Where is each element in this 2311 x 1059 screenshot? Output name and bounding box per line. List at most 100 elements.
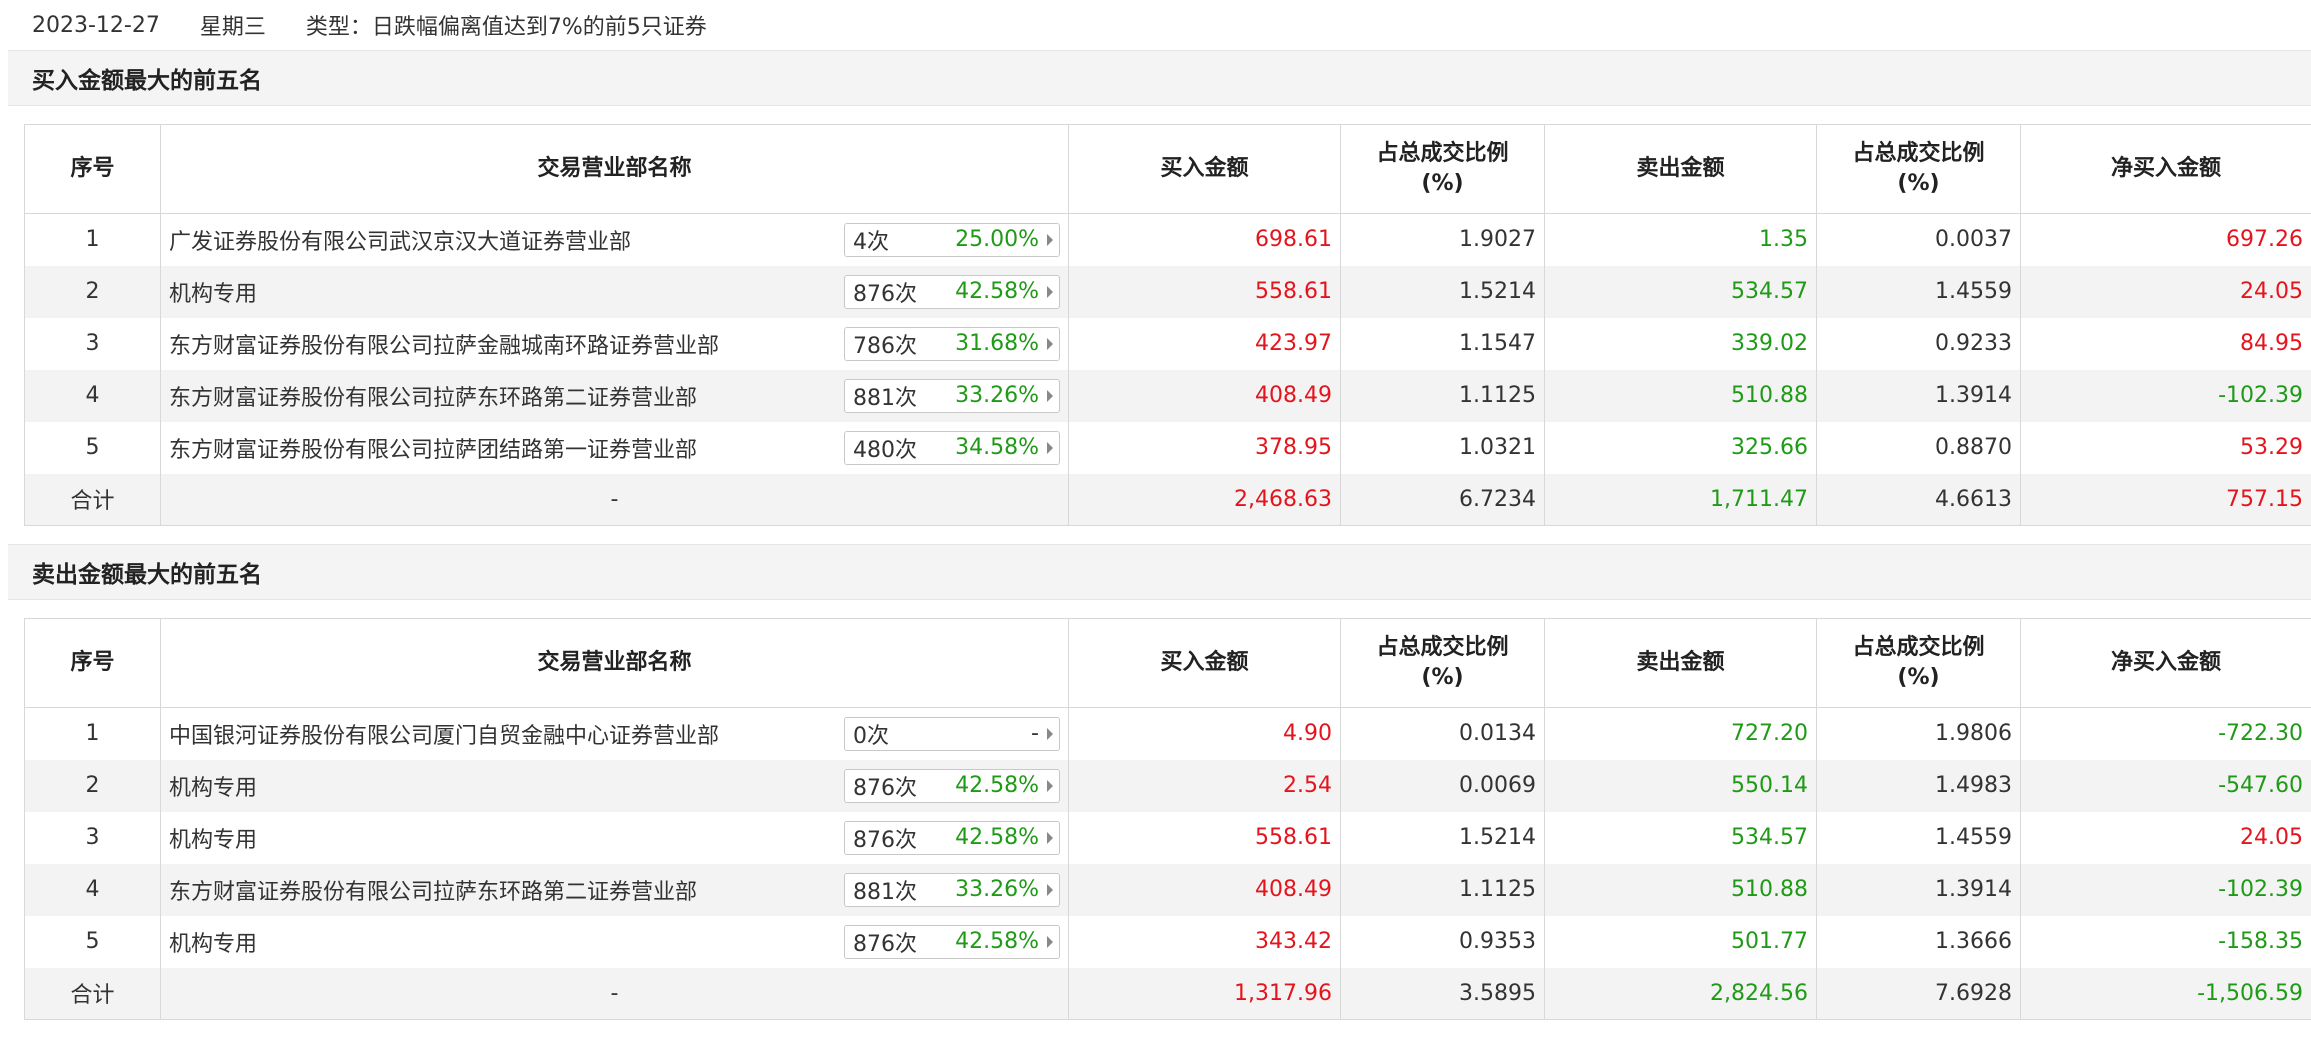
column-header[interactable]: 占总成交比例 (%) bbox=[1816, 618, 2021, 708]
win-rate: 34.58% bbox=[955, 435, 1039, 460]
net-amount: 697.26 bbox=[2020, 213, 2311, 266]
broker-name[interactable]: 东方财富证券股份有限公司拉萨东环路第二证券营业部 bbox=[169, 380, 697, 412]
broker-stats-button[interactable]: 480次 34.58% bbox=[844, 430, 1060, 465]
broker-cell: 机构专用 876次 42.58% bbox=[160, 915, 1069, 968]
broker-stats-button[interactable]: 876次 42.58% bbox=[844, 274, 1060, 309]
column-header[interactable]: 序号 bbox=[24, 124, 161, 214]
type-label: 类型：日跌幅偏离值达到7%的前5只证券 bbox=[305, 15, 707, 40]
row-index: 2 bbox=[24, 759, 161, 812]
table-row: 2 机构专用 876次 42.58% 2.54 0.0069 550.14 1.4983 -54… bbox=[24, 759, 2311, 812]
broker-stats-button[interactable]: 4次 25.00% bbox=[844, 222, 1060, 257]
broker-name[interactable]: 东方财富证券股份有限公司拉萨团结路第一证券营业部 bbox=[169, 432, 697, 464]
buy-ratio: 1.9027 bbox=[1340, 213, 1545, 266]
net-amount: -547.60 bbox=[2020, 759, 2311, 812]
sell-ratio: 1.3914 bbox=[1816, 863, 2021, 916]
column-header[interactable]: 买入金额 bbox=[1068, 618, 1341, 708]
caret-right-icon bbox=[1047, 779, 1053, 792]
win-rate: 42.58% bbox=[955, 929, 1039, 954]
table-row: 5 东方财富证券股份有限公司拉萨团结路第一证券营业部 480次 34.58% 378.9… bbox=[24, 421, 2311, 474]
buy-ratio: 1.0321 bbox=[1340, 421, 1545, 474]
column-header[interactable]: 卖出金额 bbox=[1544, 124, 1817, 214]
date-label: 2023-12-27 bbox=[32, 12, 160, 38]
sell-amount: 550.14 bbox=[1544, 759, 1817, 812]
column-header[interactable]: 序号 bbox=[24, 618, 161, 708]
broker-cell: 东方财富证券股份有限公司拉萨团结路第一证券营业部 480次 34.58% bbox=[160, 421, 1069, 474]
table-row: 1 中国银河证券股份有限公司厦门自贸金融中心证券营业部 0次 - 4.90 0.0134 7… bbox=[24, 707, 2311, 760]
sell-amount: 534.57 bbox=[1544, 811, 1817, 864]
sell-ratio: 1.4983 bbox=[1816, 759, 2021, 812]
win-rate: 33.26% bbox=[955, 877, 1039, 902]
broker-name[interactable]: 东方财富证券股份有限公司拉萨东环路第二证券营业部 bbox=[169, 874, 697, 906]
broker-stats-button[interactable]: 881次 33.26% bbox=[844, 378, 1060, 413]
broker-stats-button[interactable]: 786次 31.68% bbox=[844, 326, 1060, 361]
buy-amount: 343.42 bbox=[1068, 915, 1341, 968]
sell-ratio: 1.3914 bbox=[1816, 369, 2021, 422]
net-amount: 24.05 bbox=[2020, 265, 2311, 318]
column-header[interactable]: 净买入金额 bbox=[2020, 124, 2311, 214]
column-header[interactable]: 交易营业部名称 bbox=[160, 618, 1069, 708]
row-index: 1 bbox=[24, 213, 161, 266]
buy-amount: 423.97 bbox=[1068, 317, 1341, 370]
caret-right-icon bbox=[1047, 233, 1053, 246]
sell-ratio: 0.9233 bbox=[1816, 317, 2021, 370]
ranking-section: 买入金额最大的前五名 序号 交易营业部名称 买入金额 占总成交比例 (%) 卖出金额 占总成… bbox=[0, 50, 2311, 544]
buy-ratio: 1.1547 bbox=[1340, 317, 1545, 370]
broker-stats-button[interactable]: 0次 - bbox=[844, 716, 1060, 751]
column-header[interactable]: 占总成交比例 (%) bbox=[1340, 618, 1545, 708]
broker-name[interactable]: 机构专用 bbox=[169, 926, 257, 958]
buy-amount: 558.61 bbox=[1068, 811, 1341, 864]
row-index: 1 bbox=[24, 707, 161, 760]
appearance-count: 480次 bbox=[853, 437, 917, 463]
net-amount: -102.39 bbox=[2020, 369, 2311, 422]
column-header[interactable]: 买入金额 bbox=[1068, 124, 1341, 214]
buy-ratio: 1.1125 bbox=[1340, 369, 1545, 422]
table-row: 5 机构专用 876次 42.58% 343.42 0.9353 501.77 1.3666-… bbox=[24, 915, 2311, 968]
buy-amount: 2.54 bbox=[1068, 759, 1341, 812]
buy-ratio: 1.1125 bbox=[1340, 863, 1545, 916]
broker-stats-button[interactable]: 876次 42.58% bbox=[844, 820, 1060, 855]
broker-cell: 东方财富证券股份有限公司拉萨东环路第二证券营业部 881次 33.26% bbox=[160, 863, 1069, 916]
net-amount: 24.05 bbox=[2020, 811, 2311, 864]
broker-name[interactable]: 东方财富证券股份有限公司拉萨金融城南环路证券营业部 bbox=[169, 328, 719, 360]
total-sell-ratio: 7.6928 bbox=[1816, 967, 2021, 1020]
broker-name[interactable]: 机构专用 bbox=[169, 770, 257, 802]
net-amount: -102.39 bbox=[2020, 863, 2311, 916]
sell-ratio: 1.4559 bbox=[1816, 811, 2021, 864]
net-amount: 53.29 bbox=[2020, 421, 2311, 474]
ranking-table: 序号 交易营业部名称 买入金额 占总成交比例 (%) 卖出金额 占总成交比例 (%) 净买入金额… bbox=[24, 124, 2311, 526]
row-index: 4 bbox=[24, 369, 161, 422]
sell-amount: 325.66 bbox=[1544, 421, 1817, 474]
broker-cell: 东方财富证券股份有限公司拉萨东环路第二证券营业部 881次 33.26% bbox=[160, 369, 1069, 422]
total-row: 合计 -2,468.63 6.7234 1,711.47 4.6613 757.15 bbox=[24, 473, 2311, 526]
total-sell-ratio: 4.6613 bbox=[1816, 473, 2021, 526]
total-label: 合计 bbox=[24, 967, 161, 1020]
column-header[interactable]: 卖出金额 bbox=[1544, 618, 1817, 708]
sell-ratio: 0.8870 bbox=[1816, 421, 2021, 474]
column-header[interactable]: 占总成交比例 (%) bbox=[1816, 124, 2021, 214]
broker-cell: 中国银河证券股份有限公司厦门自贸金融中心证券营业部 0次 - bbox=[160, 707, 1069, 760]
broker-name[interactable]: 广发证券股份有限公司武汉京汉大道证券营业部 bbox=[169, 224, 631, 256]
broker-name[interactable]: 机构专用 bbox=[169, 822, 257, 854]
broker-cell: 东方财富证券股份有限公司拉萨金融城南环路证券营业部 786次 31.68% bbox=[160, 317, 1069, 370]
sell-amount: 339.02 bbox=[1544, 317, 1817, 370]
appearance-count: 0次 bbox=[853, 723, 889, 749]
total-name: - bbox=[160, 473, 1069, 526]
column-header[interactable]: 交易营业部名称 bbox=[160, 124, 1069, 214]
broker-stats-button[interactable]: 881次 33.26% bbox=[844, 872, 1060, 907]
appearance-count: 876次 bbox=[853, 827, 917, 853]
broker-stats-button[interactable]: 876次 42.58% bbox=[844, 768, 1060, 803]
total-net: -1,506.59 bbox=[2020, 967, 2311, 1020]
broker-name[interactable]: 中国银河证券股份有限公司厦门自贸金融中心证券营业部 bbox=[169, 718, 719, 750]
appearance-count: 881次 bbox=[853, 385, 917, 411]
column-header[interactable]: 净买入金额 bbox=[2020, 618, 2311, 708]
appearance-count: 876次 bbox=[853, 775, 917, 801]
column-header[interactable]: 占总成交比例 (%) bbox=[1340, 124, 1545, 214]
broker-name[interactable]: 机构专用 bbox=[169, 276, 257, 308]
caret-right-icon bbox=[1047, 389, 1053, 402]
broker-stats-button[interactable]: 876次 42.58% bbox=[844, 924, 1060, 959]
net-amount: -722.30 bbox=[2020, 707, 2311, 760]
table-header-row: 序号 交易营业部名称 买入金额 占总成交比例 (%) 卖出金额 占总成交比例 (%) 净买入金额 bbox=[24, 124, 2311, 214]
sell-amount: 727.20 bbox=[1544, 707, 1817, 760]
table-row: 2 机构专用 876次 42.58% 558.61 1.5214 534.57 1.4559 2… bbox=[24, 265, 2311, 318]
table-row: 3 机构专用 876次 42.58% 558.61 1.5214 534.57 1.4559 2… bbox=[24, 811, 2311, 864]
